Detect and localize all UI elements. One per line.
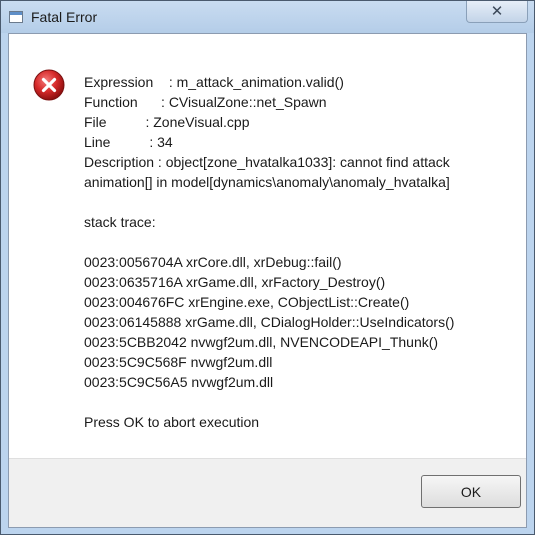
stack-frame: 0023:5C9C568F nvwgf2um.dll xyxy=(84,354,273,370)
button-bar: OK xyxy=(9,458,526,527)
error-dialog: Fatal Error ✕ Expression : m_attack_anim… xyxy=(0,0,535,535)
stack-frame: 0023:0635716A xrGame.dll, xrFactory_Dest… xyxy=(84,274,386,290)
stack-trace-header: stack trace: xyxy=(84,214,156,230)
close-button[interactable]: ✕ xyxy=(466,1,528,23)
stack-frame: 0023:0056704A xrCore.dll, xrDebug::fail(… xyxy=(84,254,342,270)
function-line: Function : CVisualZone::net_Spawn xyxy=(84,94,327,110)
window-icon xyxy=(9,11,23,23)
stack-frame: 0023:5C9C56A5 nvwgf2um.dll xyxy=(84,374,274,390)
expression-line: Expression : m_attack_animation.valid() xyxy=(84,74,344,90)
error-icon xyxy=(33,69,65,101)
line-number-line: Line : 34 xyxy=(84,134,173,150)
error-message: Expression : m_attack_animation.valid() … xyxy=(84,72,504,432)
close-icon: ✕ xyxy=(490,3,504,20)
description-line: Description : object[zone_hvatalka1033]:… xyxy=(84,154,450,190)
file-line: File : ZoneVisual.cpp xyxy=(84,114,250,130)
ok-button[interactable]: OK xyxy=(421,475,521,508)
stack-frame: 0023:06145888 xrGame.dll, CDialogHolder:… xyxy=(84,314,455,330)
abort-prompt: Press OK to abort execution xyxy=(84,414,260,430)
dialog-body: Expression : m_attack_animation.valid() … xyxy=(8,33,527,528)
stack-frame: 0023:5CBB2042 nvwgf2um.dll, NVENCODEAPI_… xyxy=(84,334,439,350)
title-bar[interactable]: Fatal Error ✕ xyxy=(1,1,534,33)
stack-frame: 0023:004676FC xrEngine.exe, CObjectList:… xyxy=(84,294,410,310)
window-title: Fatal Error xyxy=(31,9,98,25)
